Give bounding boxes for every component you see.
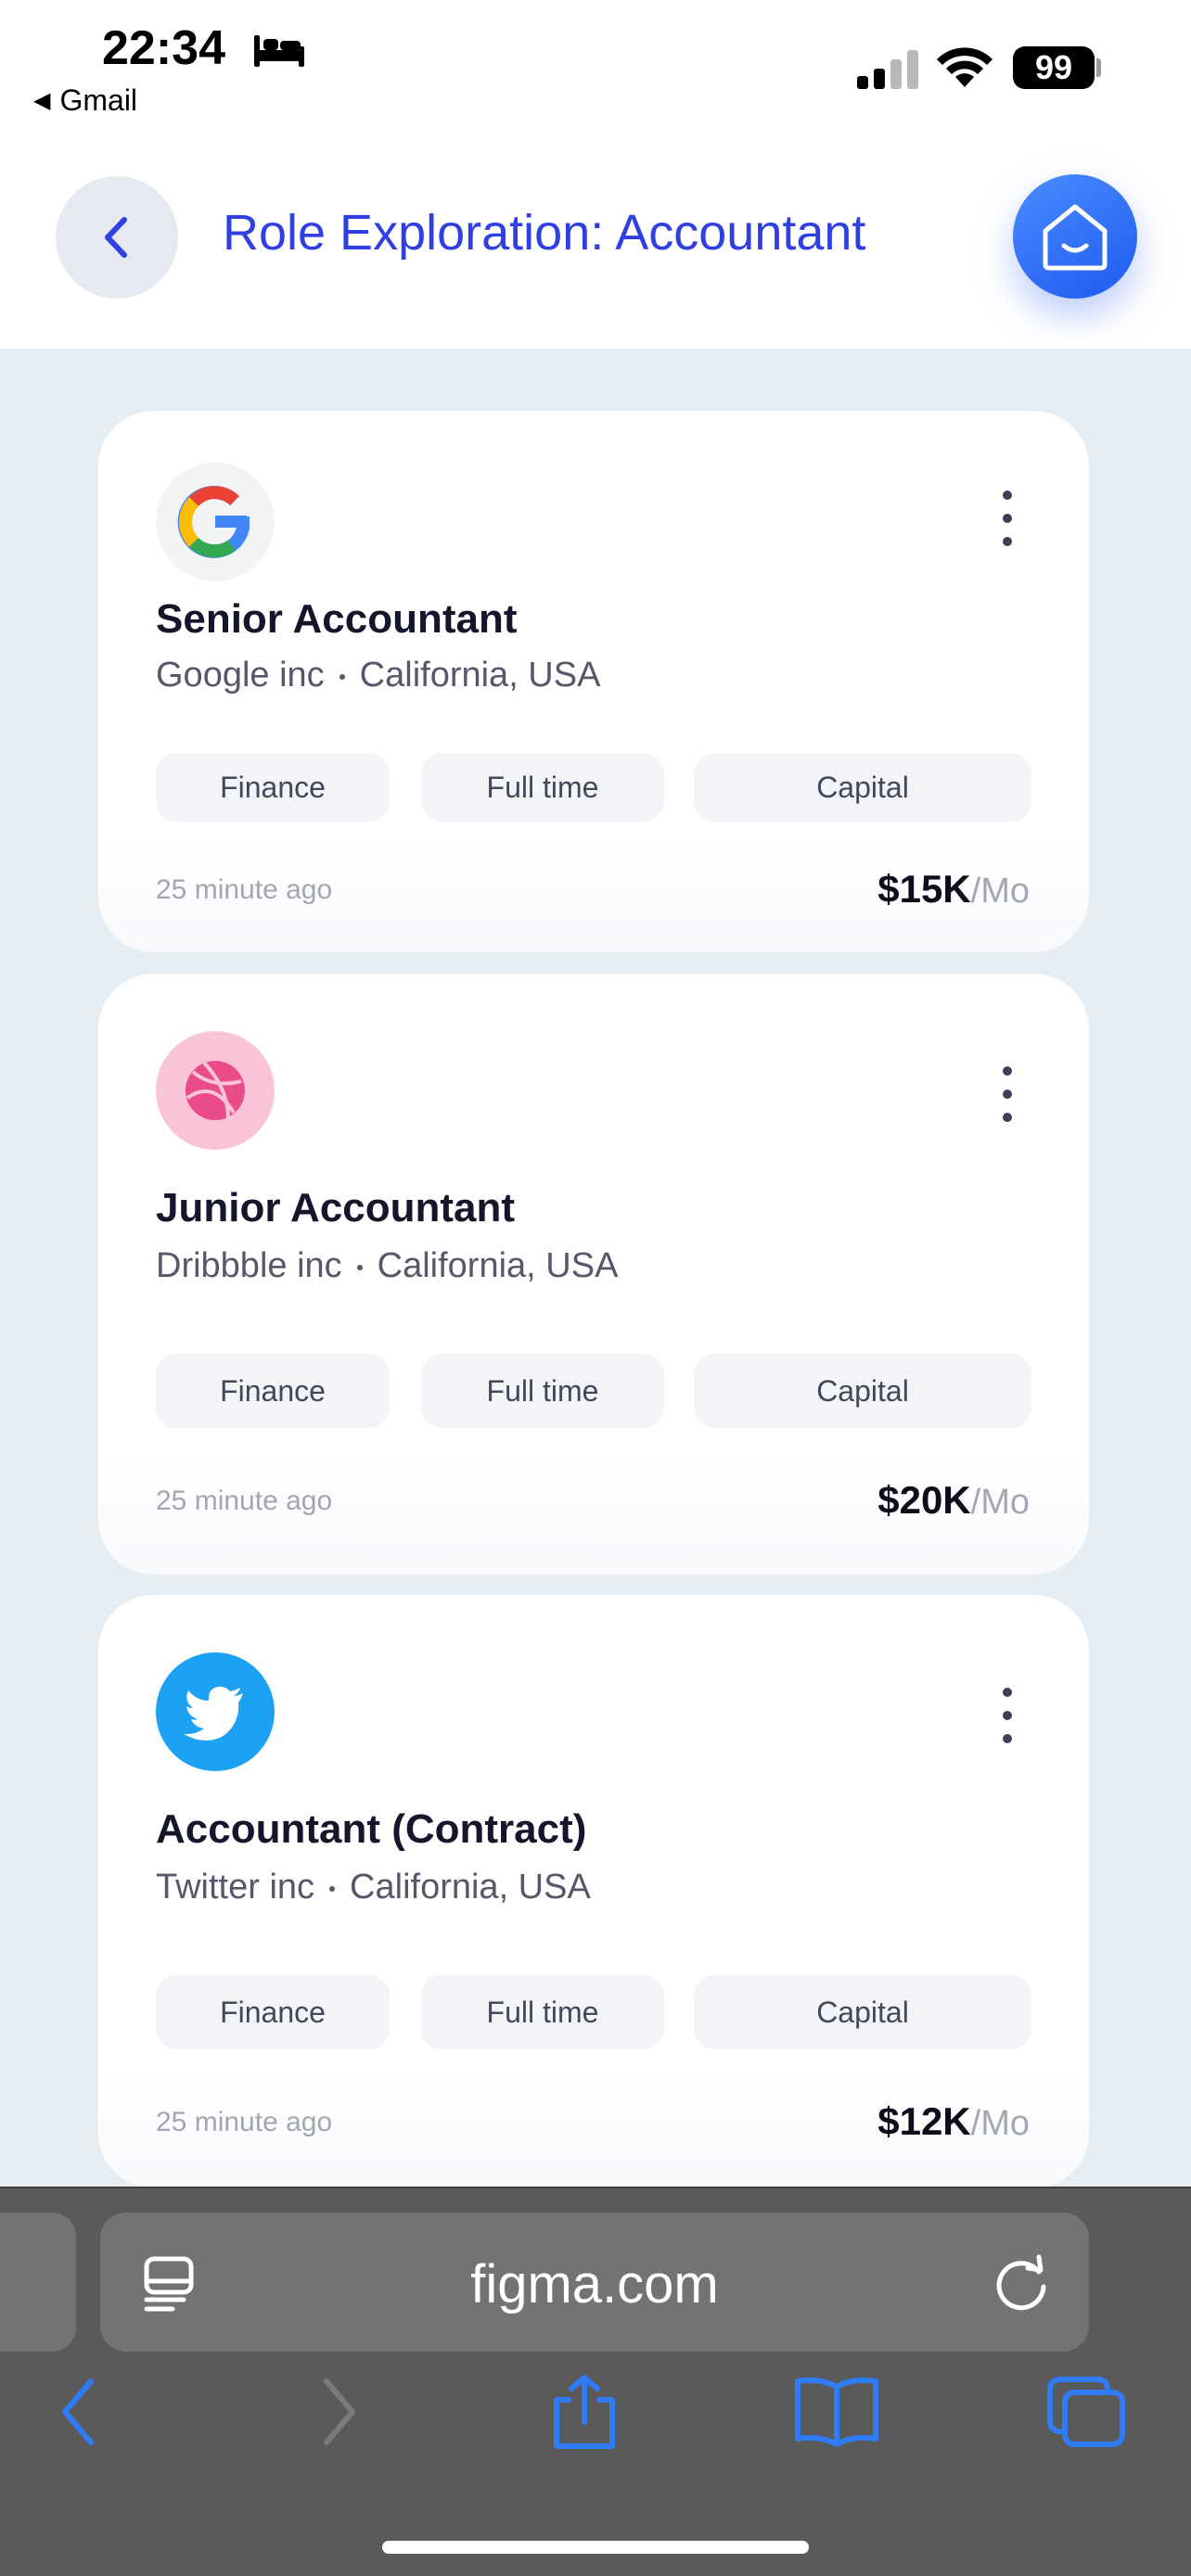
salary: $12K/Mo xyxy=(877,2099,1030,2144)
job-company-location: Google inc California, USA xyxy=(156,656,600,695)
salary-period: /Mo xyxy=(970,1483,1030,1522)
more-options-icon[interactable] xyxy=(998,491,1017,546)
job-card[interactable]: Junior Accountant Dribbble inc California… xyxy=(98,974,1089,1575)
tag-finance[interactable]: Finance xyxy=(156,1975,390,2049)
previous-tab[interactable] xyxy=(0,2213,76,2352)
job-title: Accountant (Contract) xyxy=(156,1806,587,1852)
back-triangle-icon: ◀ xyxy=(33,88,51,113)
home-icon xyxy=(1043,204,1108,271)
more-options-icon[interactable] xyxy=(998,1066,1017,1122)
chevron-left-icon xyxy=(105,217,127,258)
address-bar[interactable]: figma.com xyxy=(100,2213,1089,2352)
twitter-logo xyxy=(156,1652,275,1771)
page-title: Role Exploration: Accountant xyxy=(223,205,866,261)
job-card[interactable]: Senior Accountant Google inc California, … xyxy=(98,411,1089,952)
status-bar: 22:34 ◀ Gmail 99 xyxy=(0,0,1191,139)
wifi-icon xyxy=(937,47,992,87)
bookmarks-icon[interactable] xyxy=(792,2374,881,2450)
job-company-location: Dribbble inc California, USA xyxy=(156,1246,618,1286)
bed-icon xyxy=(254,35,304,67)
posted-time: 25 minute ago xyxy=(156,1486,333,1516)
job-card[interactable]: Accountant (Contract) Twitter inc Califor… xyxy=(98,1595,1089,2188)
job-company-location: Twitter inc California, USA xyxy=(156,1868,591,1907)
reload-icon[interactable] xyxy=(991,2251,1052,2313)
home-indicator[interactable] xyxy=(382,2541,809,2554)
salary-amount: $12K xyxy=(877,2099,971,2143)
tabs-icon[interactable] xyxy=(1044,2374,1128,2450)
company-name: Twitter inc xyxy=(156,1868,315,1906)
home-button[interactable] xyxy=(1013,174,1137,299)
signal-icon xyxy=(857,50,918,89)
battery-tip xyxy=(1096,58,1101,77)
url-text: figma.com xyxy=(470,2254,719,2315)
job-title: Junior Accountant xyxy=(156,1185,516,1231)
posted-time: 25 minute ago xyxy=(156,2107,333,2137)
salary-amount: $20K xyxy=(877,1478,971,1522)
salary: $15K/Mo xyxy=(877,867,1030,912)
tag-full-time[interactable]: Full time xyxy=(421,1354,664,1428)
share-icon[interactable] xyxy=(549,2374,620,2450)
salary-period: /Mo xyxy=(970,872,1030,911)
tag-full-time[interactable]: Full time xyxy=(421,753,664,822)
salary-period: /Mo xyxy=(970,2104,1030,2143)
tag-capital[interactable]: Capital xyxy=(694,753,1031,822)
location: California, USA xyxy=(350,1868,591,1906)
salary: $20K/Mo xyxy=(877,1478,1030,1523)
battery-icon: 99 xyxy=(1013,46,1095,89)
back-app-label: Gmail xyxy=(59,83,138,117)
tag-capital[interactable]: Capital xyxy=(694,1354,1031,1428)
salary-amount: $15K xyxy=(877,867,971,911)
dribbble-logo xyxy=(156,1031,275,1150)
more-options-icon[interactable] xyxy=(998,1688,1017,1743)
tag-finance[interactable]: Finance xyxy=(156,1354,390,1428)
google-logo xyxy=(156,463,275,581)
location: California, USA xyxy=(377,1246,619,1285)
posted-time: 25 minute ago xyxy=(156,874,333,905)
company-name: Google inc xyxy=(156,656,325,695)
back-button[interactable] xyxy=(56,176,178,299)
back-icon[interactable] xyxy=(56,2374,102,2450)
back-to-gmail-link[interactable]: ◀ Gmail xyxy=(33,83,137,118)
tag-full-time[interactable]: Full time xyxy=(421,1975,664,2049)
job-title: Senior Accountant xyxy=(156,596,518,642)
tag-finance[interactable]: Finance xyxy=(156,753,390,822)
tag-capital[interactable]: Capital xyxy=(694,1975,1031,2049)
location: California, USA xyxy=(359,656,601,695)
forward-icon[interactable] xyxy=(315,2374,362,2450)
status-time: 22:34 xyxy=(102,21,225,75)
app-header: Role Exploration: Accountant xyxy=(0,139,1191,349)
company-name: Dribbble inc xyxy=(156,1246,342,1285)
